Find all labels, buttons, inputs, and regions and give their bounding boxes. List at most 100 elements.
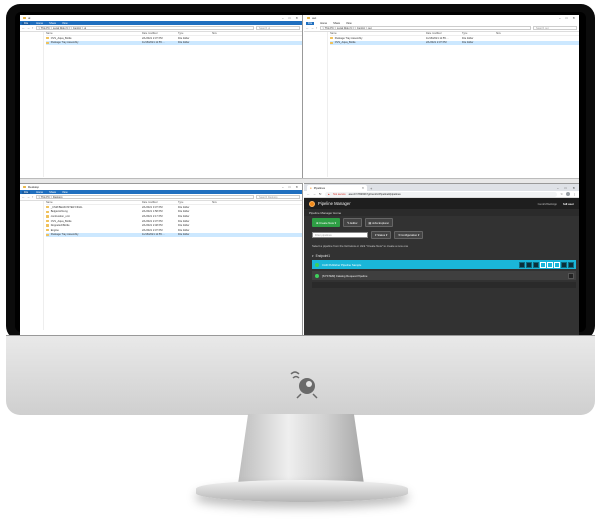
menu-icon[interactable] [568, 272, 574, 279]
editor-button[interactable]: ✎ Editor [343, 218, 362, 227]
column-type[interactable]: Type [178, 201, 212, 204]
file-date: 11/16/2021 11:55 ... [426, 36, 449, 40]
ribbon-tab-file[interactable]: File [306, 21, 315, 25]
ribbon-tab-view[interactable]: View [62, 191, 68, 194]
column-type[interactable]: Type [178, 32, 212, 35]
column-name[interactable]: Name [46, 201, 142, 204]
ribbon-tab-file[interactable]: File [22, 190, 31, 194]
forward-icon[interactable]: → [311, 26, 314, 30]
close-icon[interactable]: ✕ [572, 16, 575, 20]
pause-icon[interactable] [533, 261, 539, 268]
column-date[interactable]: Date modified [142, 201, 178, 204]
search-input[interactable]: Search ui [256, 26, 300, 30]
address-bar[interactable]: > This PC > Local Disk (C:) > Centric > … [319, 26, 531, 30]
forward-icon[interactable]: → [27, 26, 30, 30]
star-icon[interactable]: ☆ [560, 192, 563, 196]
column-date[interactable]: Date modified [142, 32, 178, 35]
pipeline-row-selected[interactable]: CAD Publisher Pipeline Sample [312, 260, 576, 269]
status-dropdown[interactable]: ▾ Status ▾ [371, 230, 392, 240]
forward-icon[interactable]: → [27, 195, 30, 199]
browser-window: ● Pipelines ✕ + – □ ✕ ← → ↻ ▲ Not secure… [304, 183, 579, 335]
back-icon[interactable]: ← [306, 26, 309, 30]
ribbon-tab-view[interactable]: View [346, 22, 352, 25]
minimize-icon[interactable]: – [282, 16, 284, 20]
new-tab-button[interactable]: + [370, 186, 372, 191]
user-menu[interactable]: full user [563, 202, 574, 206]
close-icon[interactable]: ✕ [572, 186, 575, 190]
maximize-icon[interactable]: □ [566, 16, 568, 20]
maximize-icon[interactable]: □ [289, 185, 291, 189]
minimize-icon[interactable]: – [559, 16, 561, 20]
column-date[interactable]: Date modified [426, 32, 462, 35]
close-icon[interactable]: ✕ [295, 16, 298, 20]
minimize-icon[interactable]: – [282, 185, 284, 189]
ribbon-tab-home[interactable]: Home [36, 191, 43, 194]
settings-icon[interactable] [547, 261, 553, 268]
download-icon[interactable] [561, 261, 567, 268]
edit-icon[interactable] [519, 261, 525, 268]
jobs-explorer-button[interactable]: ▤ Jobs Explorer [364, 218, 394, 227]
column-size[interactable]: Size [212, 201, 232, 204]
menu-dots-icon[interactable]: ⋮ [573, 192, 576, 196]
ribbon-tab-file[interactable]: File [22, 21, 31, 25]
action-toolbar: ⊕ Create New ▾ ✎ Editor ▤ Jobs Explorer [304, 216, 579, 229]
ribbon-tab-share[interactable]: Share [49, 22, 56, 25]
file-name: CVS_Aqua_Bottle [50, 36, 72, 40]
back-icon[interactable]: ← [307, 192, 310, 196]
folder-icon [330, 41, 334, 45]
column-size[interactable]: Size [212, 32, 232, 35]
ribbon-tab-home[interactable]: Home [320, 22, 327, 25]
address-bar[interactable]: > This PC > Desktop [35, 195, 254, 199]
navigation-pane[interactable] [20, 32, 44, 177]
column-name[interactable]: Name [330, 32, 426, 35]
stop-icon[interactable] [526, 261, 532, 268]
browser-tab[interactable]: ● Pipelines ✕ [307, 185, 367, 191]
address-bar[interactable]: > This PC > Local Disk (C:) > Centric > … [35, 26, 254, 30]
window-controls: – □ ✕ [559, 16, 579, 20]
file-row-selected[interactable]: Package Tray Assembly 11/16/2021 11:55 .… [46, 40, 302, 46]
delete-icon[interactable] [568, 261, 574, 268]
file-row-selected[interactable]: Package Tray Assembly 11/16/2021 11:55 ..… [46, 232, 302, 238]
file-type: File folder [178, 36, 190, 40]
forward-icon[interactable]: → [313, 192, 316, 196]
close-icon[interactable]: ✕ [295, 185, 298, 189]
file-name: Package Tray Assembly [50, 41, 79, 45]
search-input[interactable]: Search Desktop [256, 195, 300, 199]
ribbon-tab-home[interactable]: Home [36, 22, 43, 25]
maximize-icon[interactable]: □ [565, 186, 567, 190]
reload-icon[interactable]: ↻ [319, 192, 322, 196]
up-icon[interactable]: ↑ [316, 26, 318, 30]
up-icon[interactable]: ↑ [32, 195, 34, 199]
profile-avatar[interactable] [566, 192, 570, 196]
file-list: Name Date modified Type Size CVS_Aqua_Bo… [44, 32, 302, 177]
column-name[interactable]: Name [46, 32, 142, 35]
ribbon-tab-view[interactable]: View [62, 22, 68, 25]
navigation-pane[interactable] [20, 201, 44, 330]
file-row-selected[interactable]: CVS_Aqua_Bottle 2/1/2021 2:37 PM File fo… [330, 40, 579, 46]
url-bar[interactable]: ▲ Not secure ase-07c78d93b7g/Centric/Pip… [324, 191, 558, 197]
ribbon-tab-share[interactable]: Share [333, 22, 340, 25]
minimize-icon[interactable]: – [557, 186, 559, 190]
navigation-pane[interactable] [304, 32, 328, 177]
file-name: Engine [50, 228, 59, 232]
explorer-window-desktop: Desktop – □ ✕ File Home Share View ← → ↑… [20, 183, 303, 335]
back-icon[interactable]: ← [22, 26, 25, 30]
copy-icon[interactable] [540, 261, 546, 268]
column-type[interactable]: Type [462, 32, 496, 35]
ribbon-tab-share[interactable]: Share [49, 191, 56, 194]
pipeline-row[interactable]: [SYSTEM] Catalog Request Pipeline [312, 271, 576, 280]
close-tab-icon[interactable]: ✕ [362, 186, 364, 190]
search-input[interactable]: Search out [533, 26, 577, 30]
filter-pipelines-input[interactable]: Filter pipelines [312, 232, 368, 238]
configuration-dropdown[interactable]: ▾ Configuration ▾ [394, 230, 424, 240]
column-size[interactable]: Size [496, 32, 516, 35]
maximize-icon[interactable]: □ [289, 16, 291, 20]
jobs-explorer-label: Jobs Explorer [371, 220, 390, 225]
pipeline-row[interactable] [312, 282, 576, 288]
info-icon[interactable] [554, 261, 560, 268]
endpoint-group-header[interactable]: ▾ Endpoint1 [304, 251, 579, 260]
up-icon[interactable]: ↑ [32, 26, 34, 30]
back-icon[interactable]: ← [22, 195, 25, 199]
context-label[interactable]: CentricWebApp [538, 202, 558, 206]
create-new-button[interactable]: ⊕ Create New ▾ [312, 218, 341, 227]
